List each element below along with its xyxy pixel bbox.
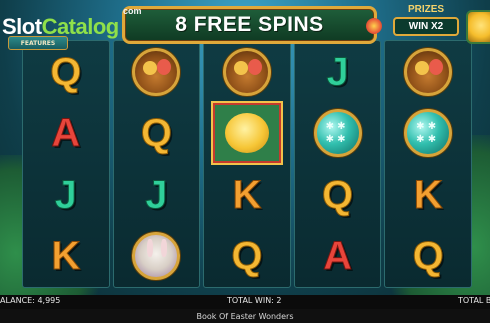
reel-cell: [116, 228, 196, 284]
reel-cell: J: [116, 167, 196, 223]
reel-4: J QA: [293, 40, 382, 288]
reels-grid: QAJKQJKQJQAKQ: [22, 40, 472, 288]
win-multiplier-text: WIN X2: [408, 21, 444, 32]
symbol-j: J: [326, 49, 349, 94]
reel-cell: J: [298, 44, 378, 100]
symbol-k: K: [232, 172, 262, 217]
reel-cell: K: [388, 167, 468, 223]
reel-cell: [388, 105, 468, 161]
reel-cell: Q: [298, 167, 378, 223]
chick-icon: [224, 113, 269, 154]
free-spins-text: 8 FREE SPINS: [175, 13, 324, 36]
logo-com-text: com: [123, 6, 142, 16]
basket-symbol-icon: [132, 47, 181, 96]
chick-corner-icon: [466, 10, 490, 44]
game-scene: com SlotCatalog FEATURES 8 FREE SPINS PR…: [0, 0, 490, 295]
reel-cell: A: [26, 105, 106, 161]
balance-text: ALANCE: 4,995: [0, 296, 61, 305]
reel-cell: Q: [388, 228, 468, 284]
symbol-q: Q: [231, 234, 263, 279]
symbol-a: A: [323, 234, 353, 279]
features-label: FEATURES: [20, 39, 56, 47]
symbol-q: Q: [140, 111, 172, 156]
prizes-panel: PRIZES WIN X2: [389, 4, 463, 38]
symbol-q: Q: [412, 234, 444, 279]
total-bet-text: TOTAL B: [458, 296, 490, 305]
prizes-title: PRIZES: [407, 4, 445, 15]
reel-cell: Q: [26, 44, 106, 100]
reel-cell: Q: [207, 228, 287, 284]
symbol-a: A: [51, 111, 81, 156]
logo-slot-text: Slot: [2, 14, 42, 39]
game-title: Book Of Easter Wonders: [196, 311, 294, 321]
symbol-q: Q: [322, 172, 354, 217]
reel-cell: J: [26, 167, 106, 223]
egg-symbol-icon: [313, 109, 362, 158]
reel-cell: [388, 44, 468, 100]
symbol-k: K: [51, 234, 81, 279]
basket-symbol-icon: [404, 47, 453, 96]
win-multiplier-box: WIN X2: [393, 17, 459, 36]
egg-symbol-icon: [404, 109, 453, 158]
reel-cell: Q: [116, 105, 196, 161]
ribbon-bow-icon: [366, 18, 382, 34]
bunny-symbol-icon: [132, 232, 181, 281]
reel-cell: A: [298, 228, 378, 284]
symbol-j: J: [54, 172, 77, 217]
symbol-k: K: [413, 172, 443, 217]
reel-3: KQ: [203, 40, 291, 288]
footer-bar: Book Of Easter Wonders: [0, 309, 490, 323]
logo-text: SlotCatalog: [2, 14, 119, 40]
total-win-text: TOTAL WIN: 2: [227, 296, 282, 305]
status-bar: ALANCE: 4,995 TOTAL WIN: 2 TOTAL B: [0, 295, 490, 309]
logo-catalog-text: Catalog: [41, 14, 120, 39]
symbol-q: Q: [50, 49, 82, 94]
reel-cell: K: [207, 167, 287, 223]
reel-5: KQ: [384, 40, 472, 288]
reel-cell: K: [26, 228, 106, 284]
chick-symbol-icon: [210, 101, 283, 166]
reel-cell: [298, 105, 378, 161]
reel-cell: [207, 44, 287, 100]
reel-cell: [207, 101, 287, 166]
reel-cell: [116, 44, 196, 100]
basket-symbol-icon: [222, 47, 271, 96]
reel-2: QJ: [112, 40, 201, 288]
reel-1: QAJK: [22, 40, 110, 288]
free-spins-banner: 8 FREE SPINS: [122, 6, 382, 44]
watermark-logo: com SlotCatalog: [2, 6, 152, 40]
symbol-j: J: [145, 172, 168, 217]
